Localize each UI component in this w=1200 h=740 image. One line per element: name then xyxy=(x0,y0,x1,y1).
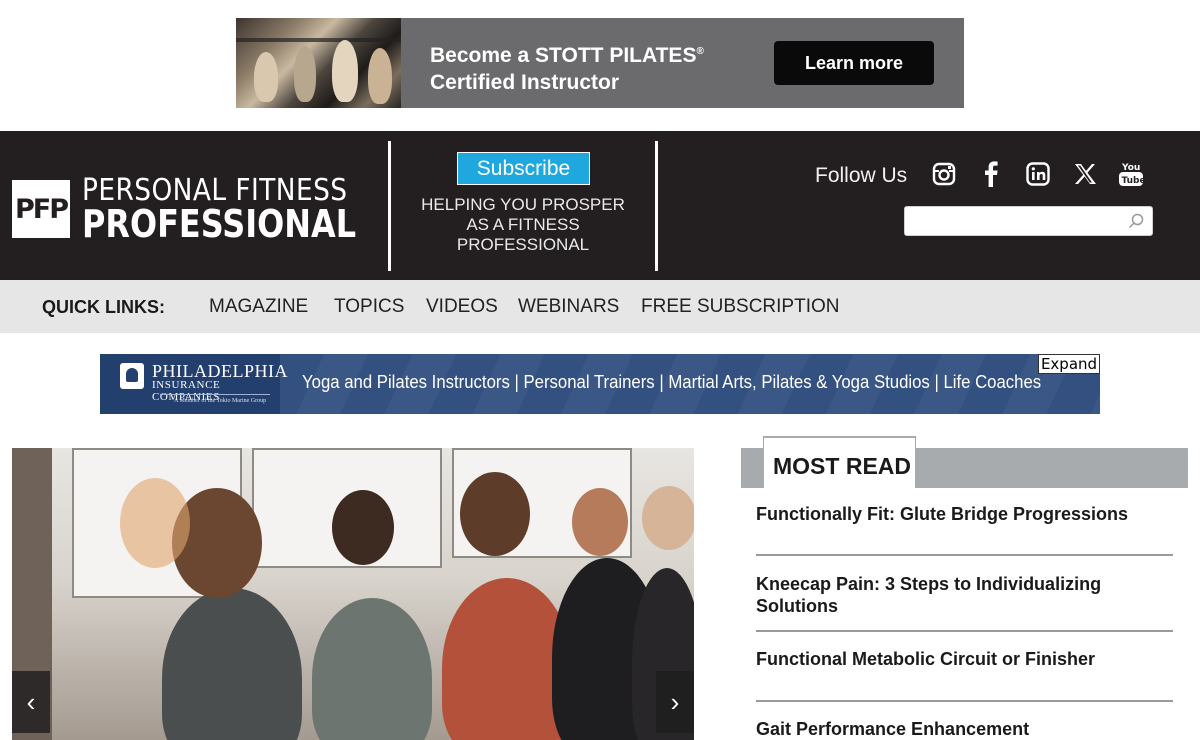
instagram-icon[interactable] xyxy=(931,161,957,187)
ad-headline: Become a STOTT PILATES® Certified Instru… xyxy=(430,44,704,94)
slider-prev-button[interactable]: ‹ xyxy=(12,671,50,733)
svg-text:You: You xyxy=(1121,163,1140,173)
quick-link-magazine[interactable]: MAGAZINE xyxy=(209,296,308,318)
quick-links-bar: QUICK LINKS: MAGAZINE TOPICS VIDEOS WEBI… xyxy=(0,280,1200,333)
insurance-company-tagline: A Member of the Tokio Marine Group xyxy=(174,398,267,404)
insurance-ad-banner[interactable]: PHILADELPHIA INSURANCE COMPANIES A Membe… xyxy=(100,354,1100,414)
quick-links-label: QUICK LINKS: xyxy=(42,297,165,317)
most-read-item[interactable]: Gait Performance Enhancement xyxy=(756,718,1173,740)
most-read-item[interactable]: Functionally Fit: Glute Bridge Progressi… xyxy=(756,503,1173,525)
search-icon[interactable] xyxy=(1128,213,1144,234)
quick-link-free-subscription[interactable]: FREE SUBSCRIPTION xyxy=(641,296,839,318)
header-divider xyxy=(655,141,658,271)
most-read-title: MOST READ xyxy=(773,453,911,479)
search-input[interactable] xyxy=(905,207,1115,235)
svg-text:Tube: Tube xyxy=(1122,176,1145,186)
liberty-bell-icon xyxy=(120,363,144,389)
insurance-ad-text: Yoga and Pilates Instructors | Personal … xyxy=(302,372,1042,392)
most-read-item[interactable]: Kneecap Pain: 3 Steps to Individualizing… xyxy=(756,573,1173,617)
logo-line-2: PROFESSIONAL xyxy=(82,202,357,246)
most-read-divider xyxy=(756,554,1173,556)
most-read-item[interactable]: Functional Metabolic Circuit or Finisher xyxy=(756,648,1173,670)
site-logo[interactable]: PFP PERSONAL FITNESS PROFESSIONAL xyxy=(12,176,408,246)
learn-more-button[interactable]: Learn more xyxy=(774,41,934,85)
quick-link-topics[interactable]: TOPICS xyxy=(334,296,404,318)
quick-link-videos[interactable]: VIDEOS xyxy=(426,296,498,318)
search-box[interactable] xyxy=(904,206,1153,236)
most-read-divider xyxy=(756,630,1173,632)
tagline: HELPING YOU PROSPER AS A FITNESS PROFESS… xyxy=(421,195,625,254)
facebook-icon[interactable] xyxy=(978,161,1004,187)
header-divider xyxy=(388,141,391,271)
subscribe-button[interactable]: Subscribe xyxy=(457,152,590,185)
site-header: PFP PERSONAL FITNESS PROFESSIONAL Subscr… xyxy=(0,131,1200,280)
youtube-icon[interactable]: You Tube xyxy=(1118,161,1144,187)
follow-us-label: Follow Us xyxy=(815,164,908,187)
logo-wordmark: PERSONAL FITNESS PROFESSIONAL xyxy=(82,176,408,246)
top-ad-banner[interactable]: Become a STOTT PILATES® Certified Instru… xyxy=(236,18,964,108)
logo-mark: PFP xyxy=(12,180,70,238)
insurance-logo-panel: PHILADELPHIA INSURANCE COMPANIES A Membe… xyxy=(100,354,288,414)
slider-next-button[interactable]: › xyxy=(656,671,694,733)
ad-photo xyxy=(236,18,401,108)
expand-button[interactable]: Expand xyxy=(1038,354,1100,374)
hero-slider[interactable]: ‹ › xyxy=(12,448,694,740)
most-read-divider xyxy=(756,700,1173,702)
x-icon[interactable] xyxy=(1072,161,1098,187)
linkedin-icon[interactable] xyxy=(1025,161,1051,187)
quick-link-webinars[interactable]: WEBINARS xyxy=(518,296,619,318)
